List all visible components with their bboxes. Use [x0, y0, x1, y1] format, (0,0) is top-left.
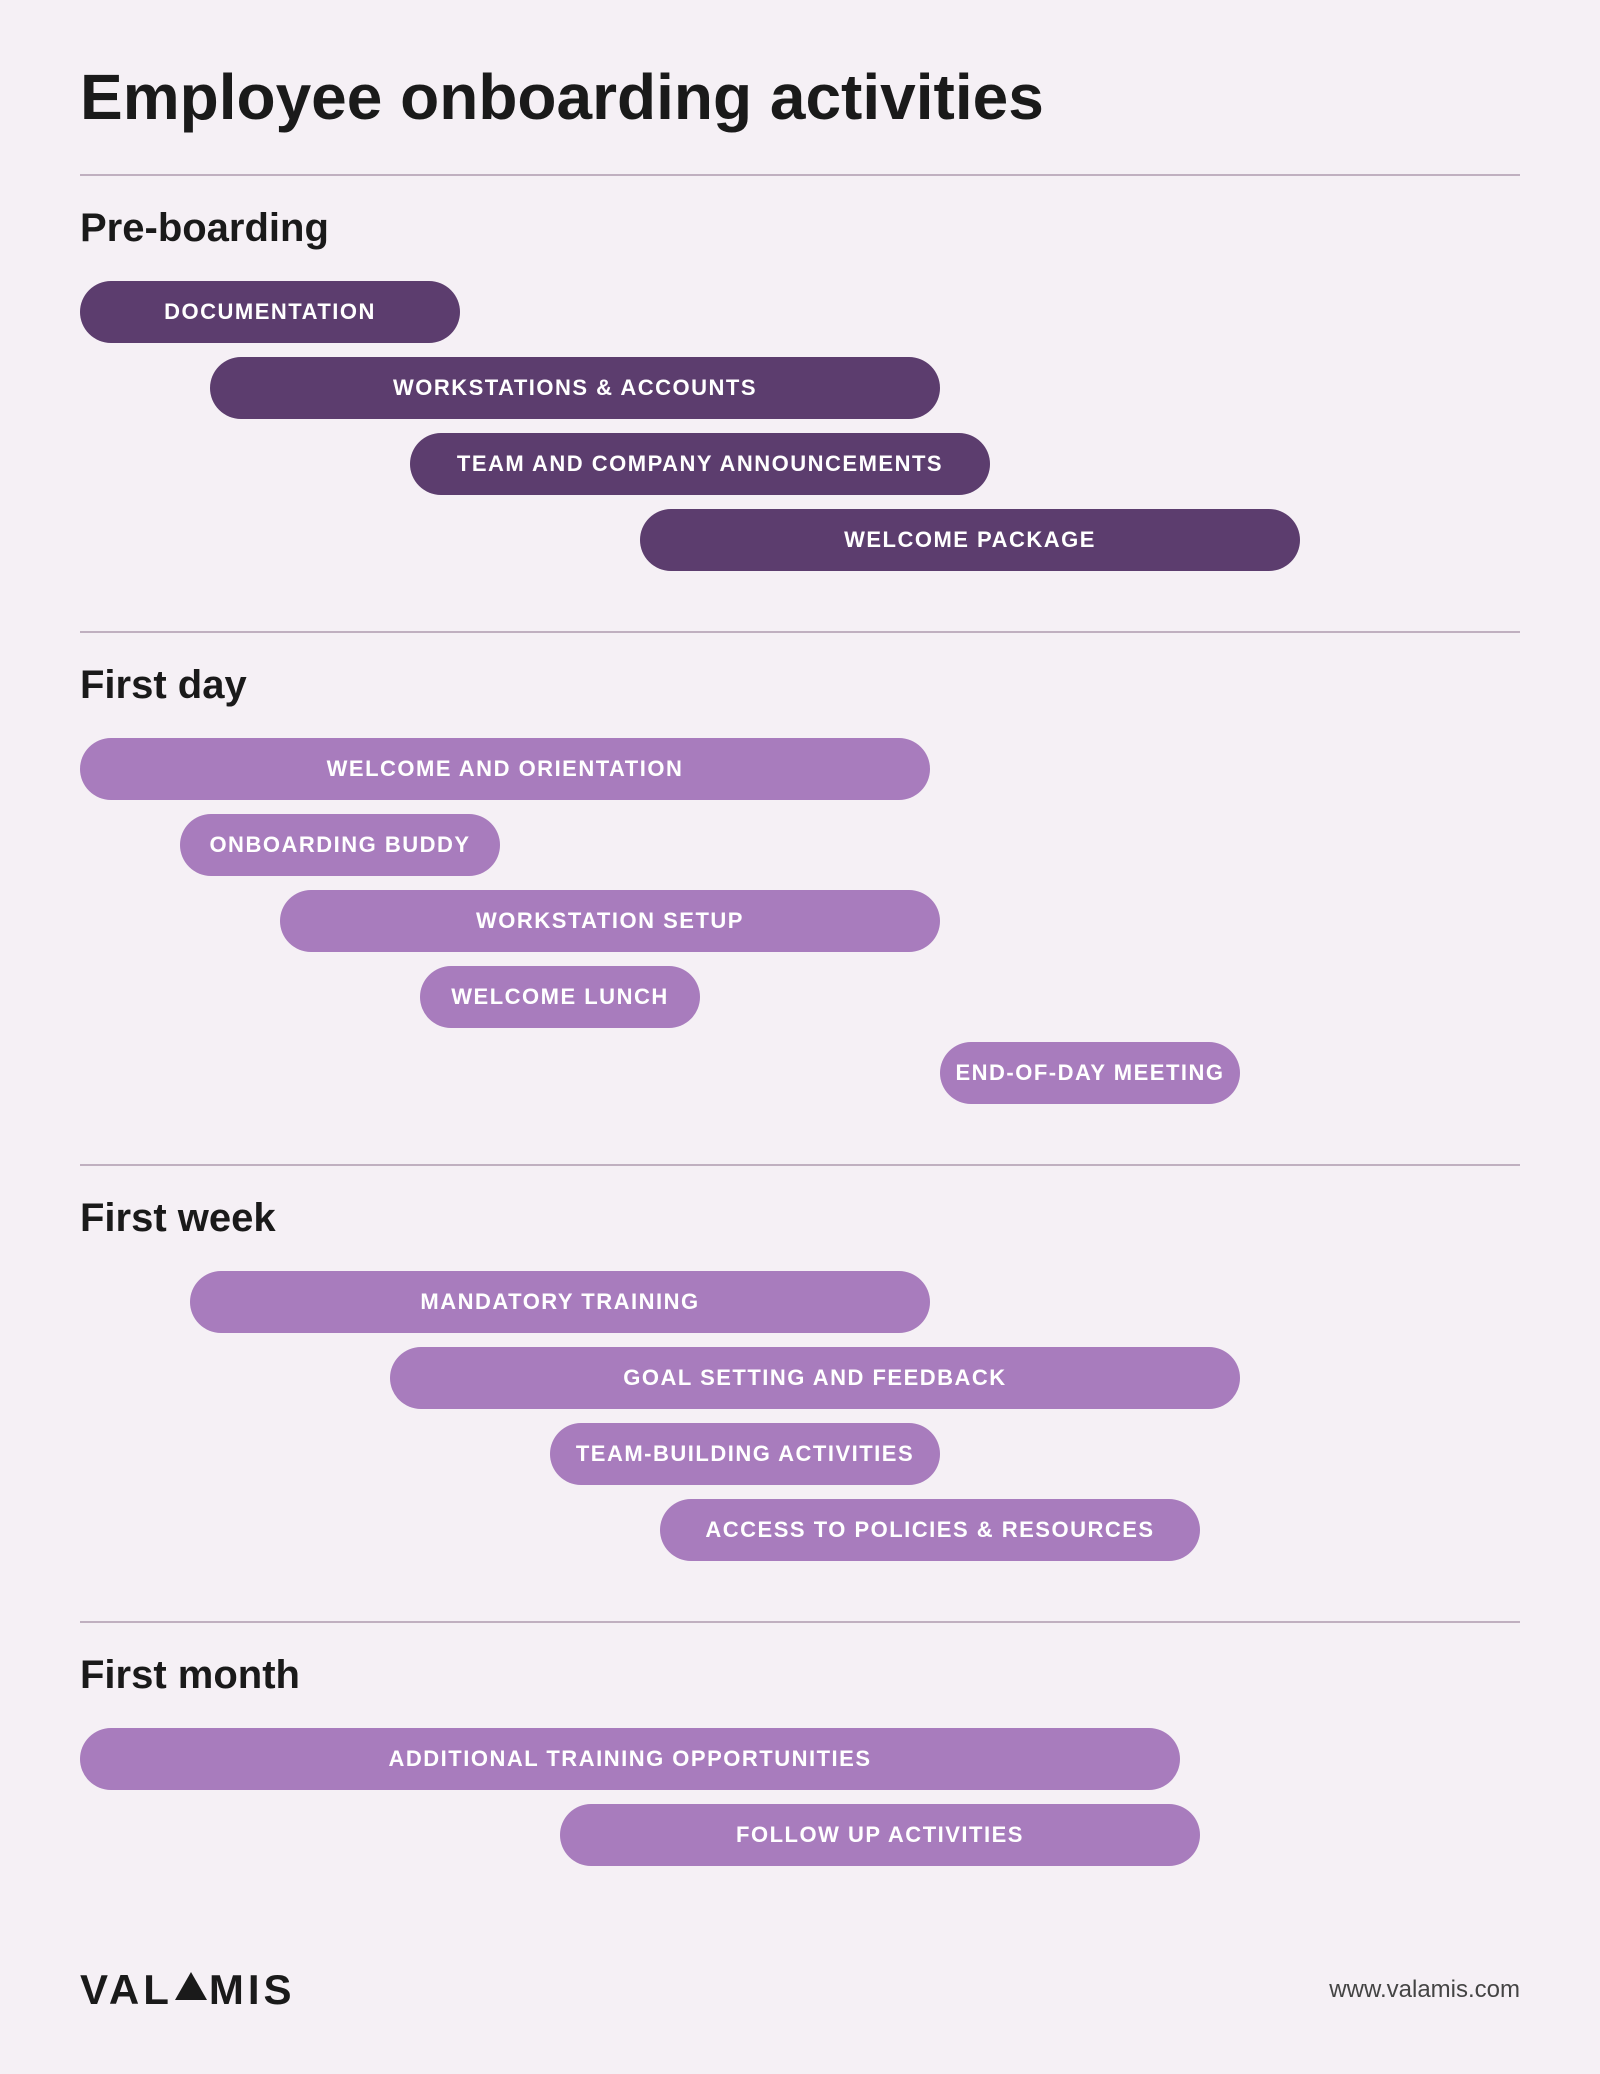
activity-bar: WORKSTATION SETUP [280, 890, 940, 952]
bars-first-month: ADDITIONAL TRAINING OPPORTUNITIES FOLLOW … [80, 1728, 1520, 1886]
bar-row: ACCESS TO POLICIES & RESOURCES [80, 1499, 1520, 1561]
footer: VAL MIS www.valamis.com [80, 1946, 1520, 2014]
bar-row: FOLLOW UP ACTIVITIES [80, 1804, 1520, 1866]
activity-bar: WELCOME PACKAGE [640, 509, 1300, 571]
activity-bar: TEAM AND COMPANY ANNOUNCEMENTS [410, 433, 990, 495]
section-first-month: First month ADDITIONAL TRAINING OPPORTUNI… [80, 1621, 1520, 1886]
divider-first-week [80, 1164, 1520, 1166]
section-title-first-month: First month [80, 1653, 1520, 1698]
bar-row: WORKSTATIONS & ACCOUNTS [80, 357, 1520, 419]
activity-bar: END-OF-DAY MEETING [940, 1042, 1240, 1104]
bar-row: GOAL SETTING AND FEEDBACK [80, 1347, 1520, 1409]
bar-row: WELCOME PACKAGE [80, 509, 1520, 571]
bars-pre-boarding: DOCUMENTATION WORKSTATIONS & ACCOUNTS TEAM… [80, 281, 1520, 591]
bar-row: MANDATORY TRAINING [80, 1271, 1520, 1333]
activity-bar: GOAL SETTING AND FEEDBACK [390, 1347, 1240, 1409]
section-pre-boarding: Pre-boarding DOCUMENTATION WORKSTATIONS & … [80, 174, 1520, 591]
logo: VAL MIS [80, 1966, 296, 2014]
section-first-day: First day WELCOME AND ORIENTATION ONBOARDI… [80, 631, 1520, 1124]
bar-row: WELCOME AND ORIENTATION [80, 738, 1520, 800]
bar-row: WELCOME LUNCH [80, 966, 1520, 1028]
divider-first-month [80, 1621, 1520, 1623]
bars-first-day: WELCOME AND ORIENTATION ONBOARDING BUDDY W… [80, 738, 1520, 1124]
logo-text: VAL [80, 1966, 173, 2014]
activity-bar: TEAM-BUILDING ACTIVITIES [550, 1423, 940, 1485]
bar-row: WORKSTATION SETUP [80, 890, 1520, 952]
bar-row: TEAM-BUILDING ACTIVITIES [80, 1423, 1520, 1485]
activity-bar: ACCESS TO POLICIES & RESOURCES [660, 1499, 1200, 1561]
activity-bar: ONBOARDING BUDDY [180, 814, 500, 876]
section-title-first-week: First week [80, 1196, 1520, 1241]
section-title-pre-boarding: Pre-boarding [80, 206, 1520, 251]
footer-url: www.valamis.com [1329, 1976, 1520, 2004]
activity-bar: ADDITIONAL TRAINING OPPORTUNITIES [80, 1728, 1180, 1790]
bar-row: END-OF-DAY MEETING [80, 1042, 1520, 1104]
page-title: Employee onboarding activities [80, 60, 1520, 134]
divider-pre-boarding [80, 174, 1520, 176]
bars-first-week: MANDATORY TRAINING GOAL SETTING AND FEEDB… [80, 1271, 1520, 1581]
section-first-week: First week MANDATORY TRAINING GOAL SETTING… [80, 1164, 1520, 1581]
activity-bar: DOCUMENTATION [80, 281, 460, 343]
activity-bar: FOLLOW UP ACTIVITIES [560, 1804, 1200, 1866]
bar-row: TEAM AND COMPANY ANNOUNCEMENTS [80, 433, 1520, 495]
activity-bar: WELCOME LUNCH [420, 966, 700, 1028]
activity-bar: MANDATORY TRAINING [190, 1271, 930, 1333]
bar-row: ADDITIONAL TRAINING OPPORTUNITIES [80, 1728, 1520, 1790]
divider-first-day [80, 631, 1520, 633]
activity-bar: WELCOME AND ORIENTATION [80, 738, 930, 800]
bar-row: DOCUMENTATION [80, 281, 1520, 343]
section-title-first-day: First day [80, 663, 1520, 708]
logo-triangle-icon [175, 1972, 207, 2000]
logo-text-2: MIS [209, 1966, 296, 2014]
bar-row: ONBOARDING BUDDY [80, 814, 1520, 876]
activity-bar: WORKSTATIONS & ACCOUNTS [210, 357, 940, 419]
